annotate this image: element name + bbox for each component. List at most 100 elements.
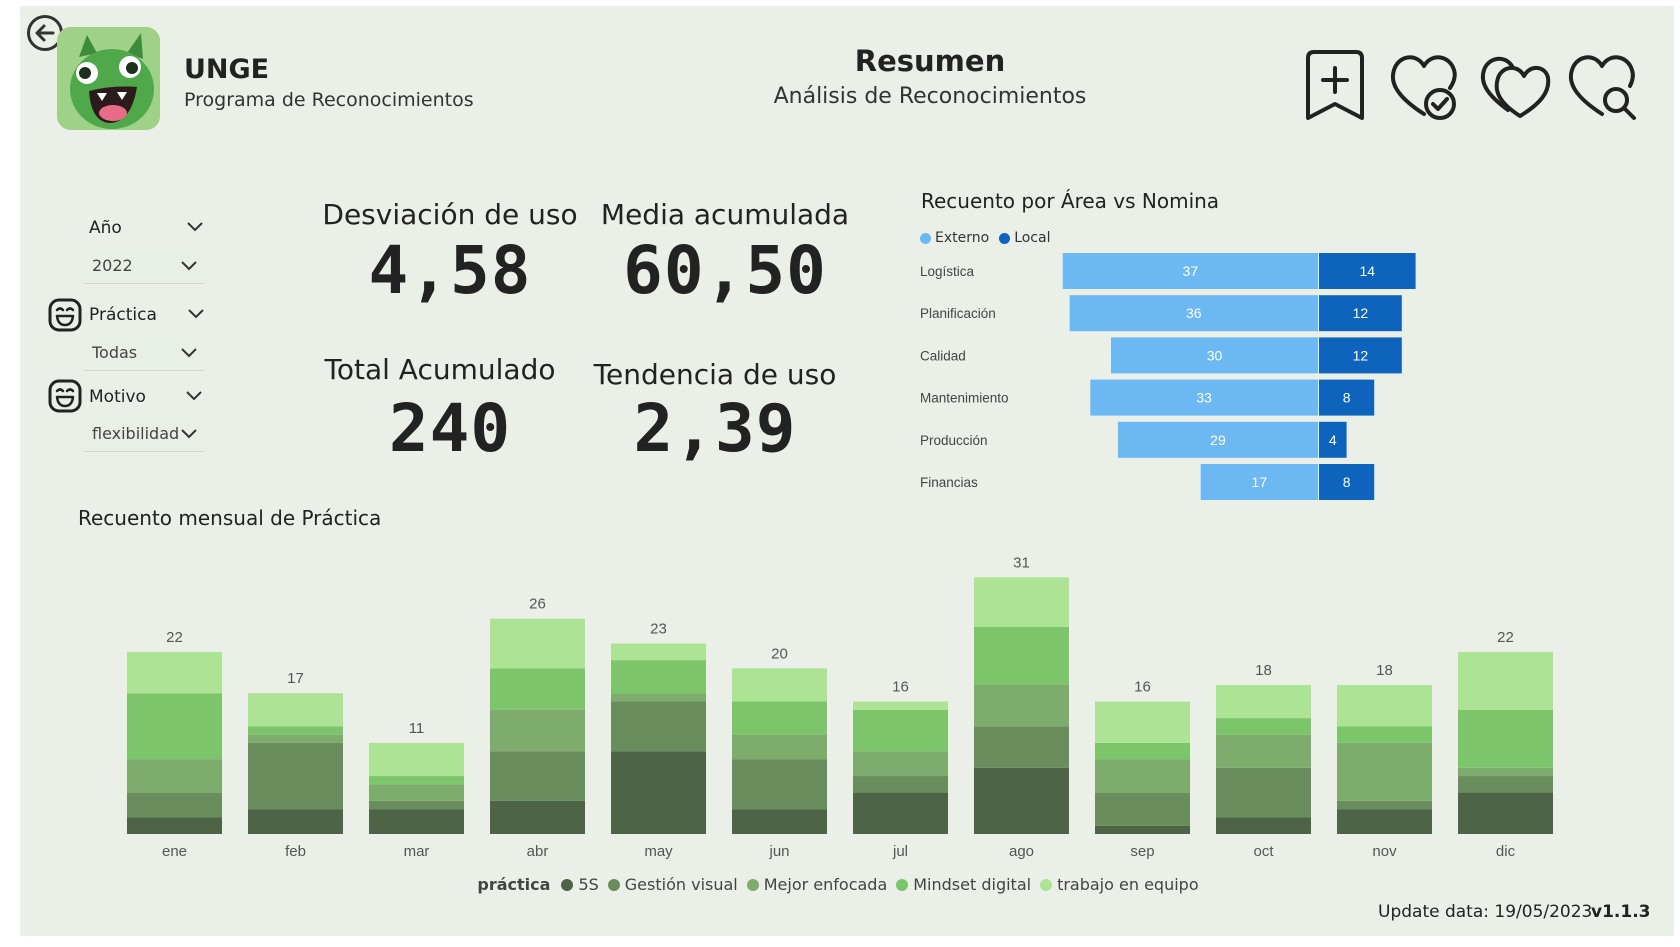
app-subtitle: Programa de Reconocimientos [184, 89, 474, 111]
stack-segment[interactable] [974, 726, 1069, 768]
month-tick-label: jul [892, 843, 908, 860]
stack-segment[interactable] [1337, 684, 1432, 727]
area-chart-title: Recuento por Área vs Nomina [921, 189, 1220, 213]
stack-segment[interactable] [853, 792, 948, 834]
stack-segment[interactable] [127, 792, 222, 818]
stack-segment[interactable] [248, 726, 343, 735]
bookmark-add-icon[interactable] [1300, 48, 1370, 124]
stack-segment[interactable] [1216, 684, 1311, 719]
stack-segment[interactable] [611, 660, 706, 694]
stack-segment[interactable] [732, 809, 827, 834]
stack-segment[interactable] [1216, 718, 1311, 735]
stack-segment[interactable] [248, 734, 343, 743]
practice-filter-chevron-down-icon[interactable] [187, 308, 205, 320]
bar-externo-label: 17 [1252, 474, 1268, 490]
practice-filter-label: Práctica [89, 305, 157, 325]
stack-segment[interactable] [732, 734, 827, 760]
year-filter-dropdown[interactable]: 2022 [84, 248, 204, 284]
stack-segment[interactable] [1216, 817, 1311, 834]
stack-segment[interactable] [490, 709, 585, 752]
stack-segment[interactable] [611, 701, 706, 752]
stack-segment[interactable] [490, 800, 585, 834]
month-tick-label: dic [1496, 843, 1516, 860]
stack-segment[interactable] [611, 643, 706, 661]
stack-segment[interactable] [369, 784, 464, 801]
stack-segment[interactable] [248, 809, 343, 834]
stack-segment[interactable] [1337, 809, 1432, 834]
bar-total-label: 23 [650, 621, 667, 638]
bar-local-label: 4 [1329, 432, 1337, 448]
stack-segment[interactable] [853, 709, 948, 752]
kpi-total-label: Total Acumulado [324, 353, 556, 386]
practice-filter-dropdown[interactable]: Todas [84, 335, 204, 371]
reason-filter-value: flexibilidad [92, 424, 180, 443]
stack-segment[interactable] [248, 742, 343, 810]
stack-segment[interactable] [127, 651, 222, 694]
legend-dot [1040, 878, 1053, 891]
stack-segment[interactable] [127, 693, 222, 760]
stack-segment[interactable] [490, 668, 585, 710]
bar-total-label: 16 [892, 679, 909, 696]
hearts-icon[interactable] [1478, 48, 1551, 124]
stack-segment[interactable] [974, 627, 1069, 685]
bar-externo-label: 37 [1183, 263, 1199, 279]
stack-segment[interactable] [1095, 701, 1190, 743]
area-category-label: Logística [920, 264, 975, 279]
stack-segment[interactable] [611, 751, 706, 834]
stack-segment[interactable] [853, 751, 948, 777]
reason-filter-chevron-down-icon[interactable] [185, 390, 203, 402]
stack-segment[interactable] [1337, 800, 1432, 810]
month-tick-label: jun [768, 843, 789, 860]
bar-total-label: 22 [1497, 629, 1514, 646]
stack-segment[interactable] [1216, 767, 1311, 818]
stack-segment[interactable] [369, 800, 464, 810]
stack-segment[interactable] [1337, 742, 1432, 801]
stack-segment[interactable] [1095, 792, 1190, 826]
stack-segment[interactable] [611, 693, 706, 702]
stack-segment[interactable] [1458, 709, 1553, 768]
stack-segment[interactable] [1095, 742, 1190, 760]
kpi-trend-label: Tendencia de uso [593, 358, 837, 391]
stack-segment[interactable] [974, 577, 1069, 627]
stack-segment[interactable] [1458, 651, 1553, 710]
stack-segment[interactable] [974, 684, 1069, 727]
reason-filter-dropdown[interactable]: flexibilidad [84, 416, 204, 452]
year-filter-chevron-down-icon[interactable] [186, 221, 204, 233]
stack-segment[interactable] [369, 776, 464, 785]
kpi-trend-value: 2,39 [633, 390, 797, 467]
stack-segment[interactable] [1337, 726, 1432, 743]
heart-search-icon[interactable] [1566, 48, 1636, 124]
stack-segment[interactable] [490, 618, 585, 669]
stack-segment[interactable] [1095, 759, 1190, 793]
stack-segment[interactable] [1095, 825, 1190, 834]
stack-segment[interactable] [1458, 767, 1553, 777]
month-tick-label: oct [1253, 843, 1274, 860]
area-category-label: Calidad [920, 348, 966, 363]
stack-segment[interactable] [732, 701, 827, 735]
area-category-label: Mantenimiento [920, 391, 1009, 406]
stack-segment[interactable] [490, 751, 585, 801]
stack-segment[interactable] [248, 693, 343, 727]
stack-segment[interactable] [732, 668, 827, 702]
stack-segment[interactable] [1458, 776, 1553, 793]
stack-segment[interactable] [974, 767, 1069, 834]
stack-segment[interactable] [127, 759, 222, 793]
legend-dot [896, 878, 909, 891]
page-title: Resumen [854, 44, 1006, 78]
stack-segment[interactable] [369, 742, 464, 777]
version-label: v1.1.3 [1591, 902, 1651, 922]
stack-segment[interactable] [853, 701, 948, 710]
chevron-down-icon [181, 429, 197, 439]
area-chart: Logística 37 14 Planificación 36 12 Calidad 30 1… [920, 253, 1416, 500]
stack-segment[interactable] [127, 817, 222, 834]
stack-segment[interactable] [853, 776, 948, 793]
stack-segment[interactable] [1458, 792, 1553, 834]
stack-segment[interactable] [369, 809, 464, 834]
stack-segment[interactable] [1216, 734, 1311, 768]
app-title: UNGE [184, 54, 270, 85]
heart-check-icon[interactable] [1388, 48, 1458, 124]
legend-series-label: trabajo en equipo [1057, 875, 1199, 894]
stack-segment[interactable] [732, 759, 827, 810]
bar-externo-label: 29 [1210, 432, 1226, 448]
area-category-label: Planificación [920, 306, 996, 321]
